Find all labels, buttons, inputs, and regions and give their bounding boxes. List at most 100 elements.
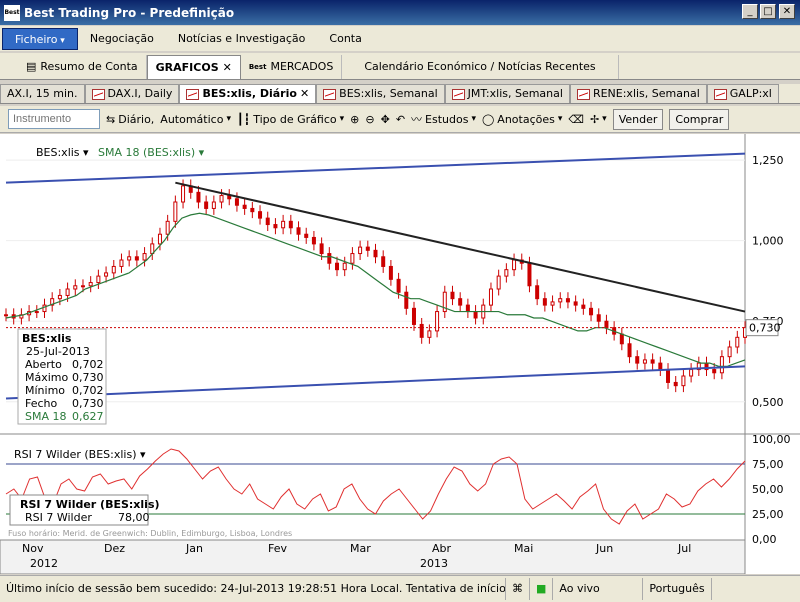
chart-type-dropdown[interactable]: ┃┇ Tipo de Gráfico [237, 113, 344, 126]
zoom-out-icon[interactable]: ⊖ [365, 113, 374, 126]
candle-body [196, 191, 201, 203]
menu-conta[interactable]: Conta [317, 32, 373, 45]
candle-body [119, 259, 124, 267]
candle-body [542, 298, 547, 306]
candle-body [550, 301, 555, 306]
network-icon: ⌘ [506, 578, 530, 600]
candle-body [535, 285, 540, 300]
candle-body [4, 314, 8, 317]
info-title: BES:xlis [22, 332, 72, 345]
main-tabs: ▤ Resumo de Conta GRAFICOS ✕ Best MERCADOS … [0, 53, 800, 80]
candle-body [719, 356, 724, 374]
candle-body [335, 262, 340, 271]
candle-body [142, 253, 147, 261]
crosshair-icon[interactable]: ✥ [381, 113, 390, 126]
minimize-button[interactable]: _ [742, 4, 758, 19]
candle-body [65, 288, 70, 296]
chart-tab-jmt[interactable]: JMT:xlis, Semanal [444, 84, 570, 103]
candle-body [411, 307, 416, 325]
y-tick-label: 1,000 [752, 235, 784, 248]
chart-area[interactable]: 1,2501,0000,7500,5000,730BES:xlis ▾SMA 1… [0, 134, 800, 575]
candle-body [427, 330, 432, 338]
chart-tabs: AX.I, 15 min. DAX.I, Daily BES:xlis, Diá… [0, 84, 800, 104]
close-tab-icon[interactable]: ✕ [223, 56, 232, 80]
info-row-label: SMA 18 [25, 410, 67, 423]
info-row-label: Máximo [25, 371, 69, 384]
candle-body [658, 362, 663, 371]
candle-body [342, 262, 347, 271]
tab-graficos[interactable]: GRAFICOS ✕ [146, 55, 241, 80]
instrument-input[interactable] [8, 109, 100, 129]
chart-tab-bes-diario[interactable]: BES:xlis, Diário ✕ [179, 84, 317, 103]
live-status: Ao vivo [553, 578, 644, 600]
buy-button[interactable]: Comprar [669, 108, 730, 130]
candle-body [34, 311, 39, 314]
candle-body [373, 249, 378, 258]
mode-dropdown[interactable]: Automático [160, 113, 231, 126]
candle-body [619, 333, 624, 345]
candle-body [458, 298, 463, 306]
candle-body [388, 265, 393, 280]
candle-body [642, 359, 647, 364]
account-icon: ▤ [26, 60, 37, 73]
maximize-button[interactable]: □ [760, 4, 776, 19]
period-dropdown[interactable]: ⇆ Diário, [106, 113, 154, 126]
candle-body [635, 356, 640, 364]
tab-mercados[interactable]: Best MERCADOS [241, 55, 343, 79]
language-label[interactable]: Português [643, 578, 712, 600]
candle-body [473, 311, 478, 319]
annotations-dropdown[interactable]: ◯ Anotações [482, 113, 562, 126]
x-year-label: 2012 [30, 557, 58, 570]
undo-icon[interactable]: ↶ [396, 113, 405, 126]
candle-body [465, 304, 470, 313]
rsi-info-label: RSI 7 Wilder [25, 511, 92, 524]
candle-body [496, 275, 501, 290]
info-row-label: Mínimo [25, 384, 65, 397]
price-chart[interactable]: 1,2501,0000,7500,5000,730BES:xlis ▾SMA 1… [0, 134, 800, 575]
sell-button[interactable]: Vender [612, 108, 664, 130]
rsi-info-title: RSI 7 Wilder (BES:xlis) [20, 498, 160, 511]
x-month-label: Abr [432, 542, 452, 555]
chart-tab-galp[interactable]: GALP:xl [706, 84, 779, 103]
candle-body [596, 314, 601, 322]
rsi-tick-label: 50,00 [752, 483, 784, 496]
tab-calendario[interactable]: Calendário Económico / Notícias Recentes [342, 55, 619, 79]
menu-noticias[interactable]: Notícias e Investigação [166, 32, 318, 45]
chart-tab-dax[interactable]: DAX.I, Daily [84, 84, 180, 103]
last-price-label: 0,730 [749, 322, 781, 335]
candle-body [419, 323, 424, 338]
x-month-label: Dez [104, 542, 125, 555]
candle-body [558, 298, 563, 303]
tab-resumo-conta[interactable]: ▤ Resumo de Conta [18, 55, 147, 79]
cursor-dropdown[interactable]: ✢ [590, 113, 607, 126]
eraser-icon[interactable]: ⌫ [568, 113, 584, 126]
candle-body [581, 304, 586, 309]
chart-tab-bes-semanal[interactable]: BES:xlis, Semanal [316, 84, 445, 103]
menu-negociacao[interactable]: Negociação [78, 32, 166, 45]
studies-dropdown[interactable]: 〰 Estudos [411, 111, 476, 127]
x-year-label: 2013 [420, 557, 448, 570]
candle-body [666, 369, 671, 383]
chart-tab-ax[interactable]: AX.I, 15 min. [0, 84, 85, 103]
menu-bar: Ficheiro Negociação Notícias e Investiga… [0, 26, 800, 51]
y-tick-label: 0,500 [752, 396, 784, 409]
chart-icon [186, 88, 200, 100]
candle-icon: ┃┇ [236, 112, 251, 126]
chart-icon [323, 88, 337, 100]
status-message: Último início de sessão bem sucedido: 24… [0, 578, 506, 600]
menu-ficheiro[interactable]: Ficheiro [2, 27, 78, 50]
candle-body [111, 265, 116, 274]
close-tab-icon[interactable]: ✕ [300, 85, 309, 103]
close-button[interactable]: ✕ [779, 4, 795, 19]
candle-body [234, 198, 239, 206]
zoom-in-icon[interactable]: ⊕ [350, 113, 359, 126]
chart-tab-rene[interactable]: RENE:xlis, Semanal [569, 84, 707, 103]
candle-body [181, 185, 186, 203]
annotations-icon: ◯ [481, 112, 495, 126]
info-date: 25-Jul-2013 [26, 345, 90, 358]
candle-body [204, 201, 209, 209]
candle-body [627, 343, 632, 358]
candle-body [319, 243, 324, 255]
candle-body [381, 256, 386, 267]
candle-body [127, 256, 132, 261]
